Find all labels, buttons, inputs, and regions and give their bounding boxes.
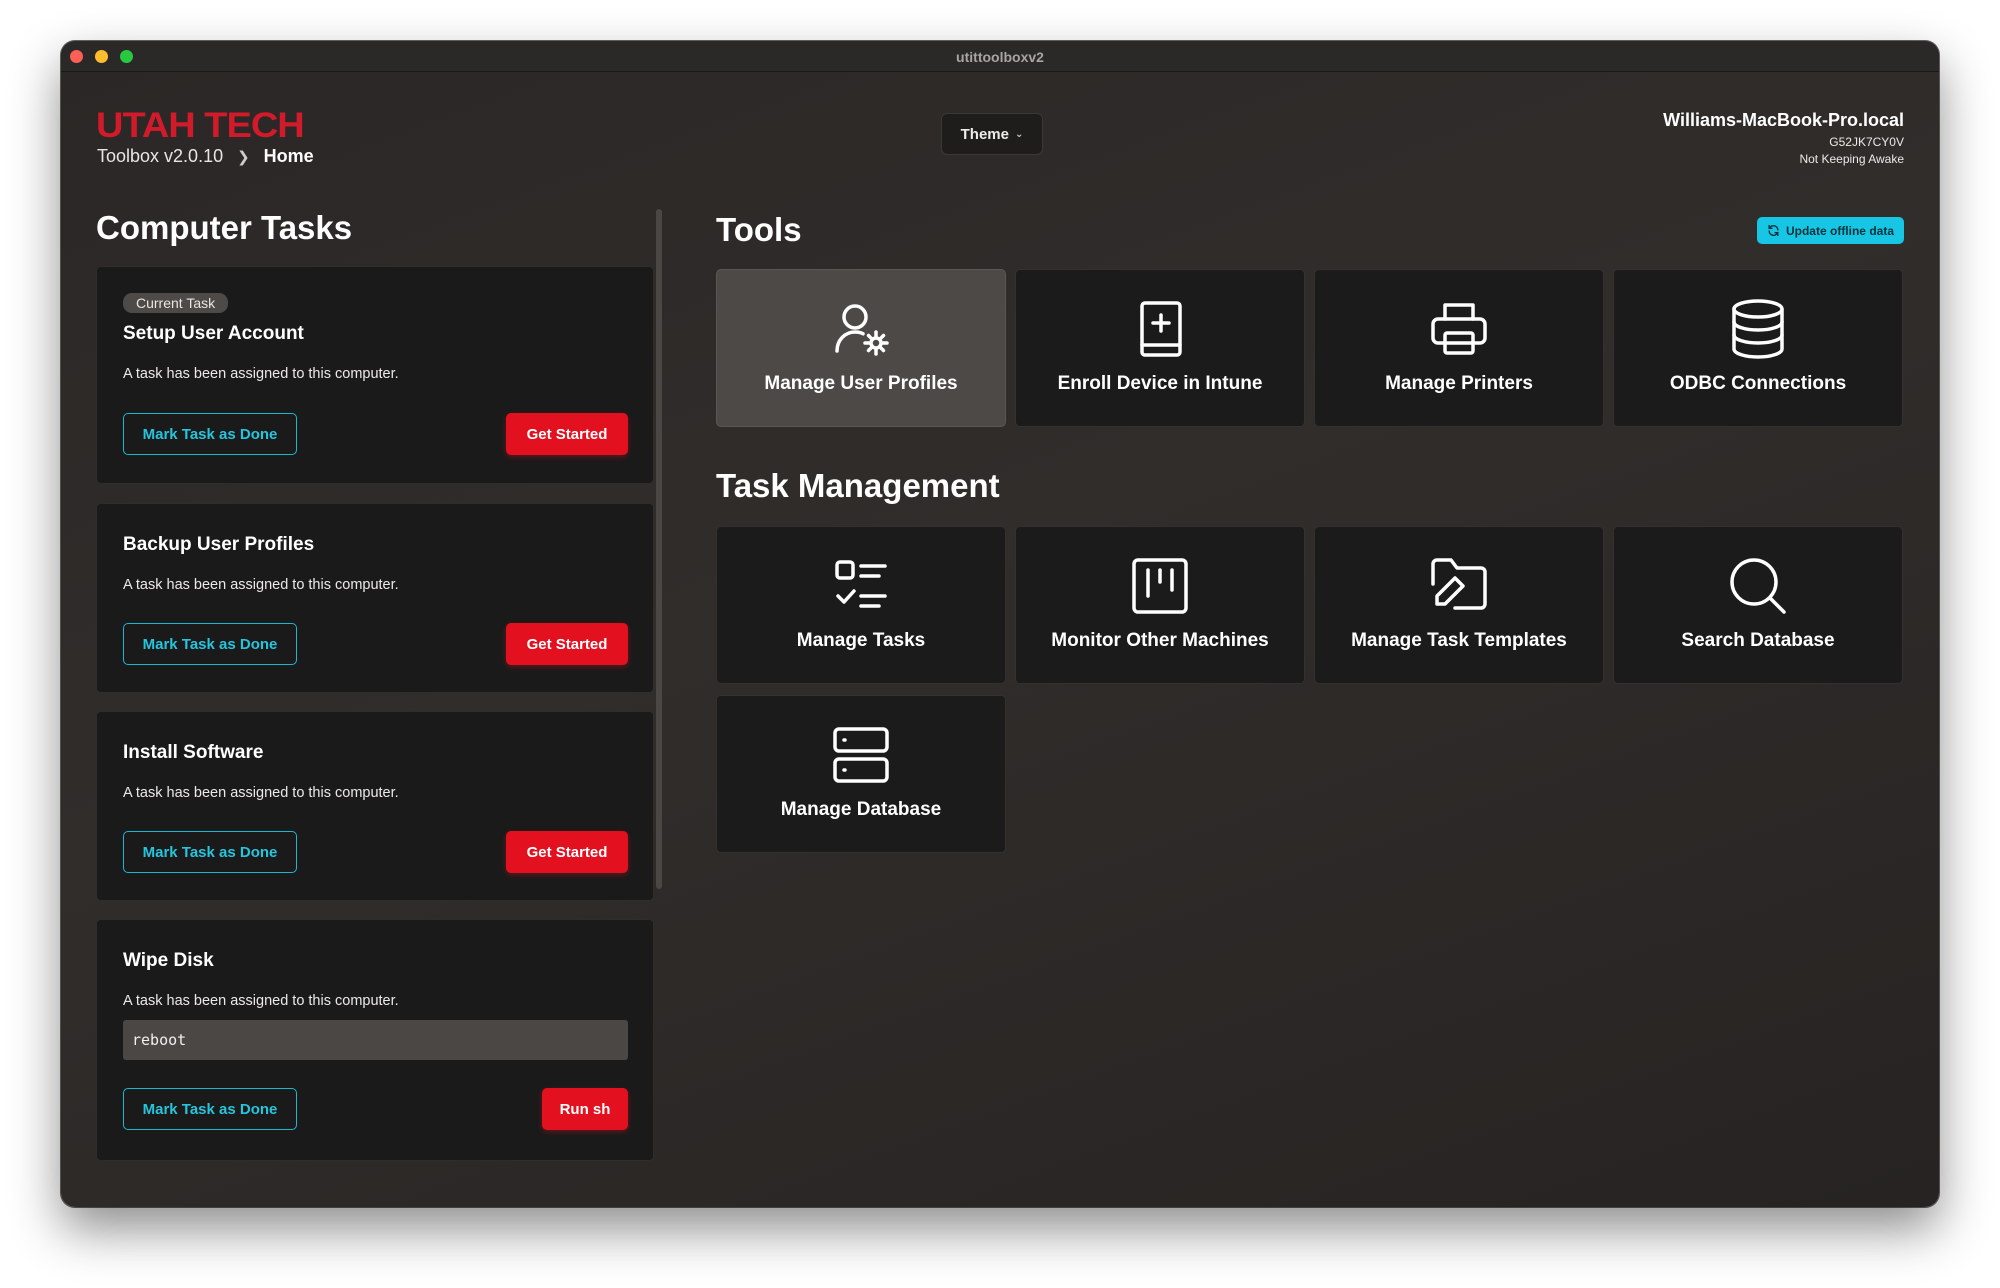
app-window: utittoolboxv2 UTAH TECH Toolbox v2.0.10 … [61,41,1939,1207]
host-name: Williams-MacBook-Pro.local [1663,110,1904,131]
tool-label: Manage Printers [1385,373,1533,395]
awake-status: Not Keeping Awake [1663,152,1904,166]
task-title: Install Software [123,742,263,764]
task-title: Setup User Account [123,323,304,345]
host-info: Williams-MacBook-Pro.local G52JK7CY0V No… [1663,110,1904,166]
tool-search-database[interactable]: Search Database [1613,526,1903,684]
task-title: Wipe Disk [123,950,214,972]
task-description: A task has been assigned to this compute… [123,577,399,593]
chevron-right-icon: ❯ [237,148,250,166]
window-title: utittoolboxv2 [61,49,1939,65]
host-serial: G52JK7CY0V [1663,135,1904,149]
tool-label: Manage Task Templates [1351,630,1567,652]
theme-button[interactable]: Theme ⌄ [941,113,1043,155]
search-icon [1726,554,1790,618]
title-bar: utittoolboxv2 [61,41,1939,72]
tool-manage-tasks[interactable]: Manage Tasks [716,526,1006,684]
get-started-button[interactable]: Get Started [506,831,628,873]
tool-label: Manage Database [781,799,942,821]
update-offline-data-button[interactable]: Update offline data [1757,217,1904,244]
printer-icon [1427,297,1491,361]
task-description: A task has been assigned to this compute… [123,785,399,801]
database-icon [1726,297,1790,361]
user-gear-icon [829,297,893,361]
checklist-icon [829,554,893,618]
tool-monitor-other-machines[interactable]: Monitor Other Machines [1015,526,1305,684]
get-started-button[interactable]: Get Started [506,413,628,455]
task-card: Install Software A task has been assigne… [96,711,654,901]
tool-label: Search Database [1681,630,1834,652]
kanban-icon [1128,554,1192,618]
tool-label: Manage Tasks [797,630,925,652]
task-description: A task has been assigned to this compute… [123,366,399,382]
task-card: Wipe Disk A task has been assigned to th… [96,919,654,1161]
theme-label: Theme [961,126,1009,143]
computer-tasks-title: Computer Tasks [96,209,352,247]
task-card: Current Task Setup User Account A task h… [96,266,654,484]
tools-title: Tools [716,211,802,249]
mark-task-done-button[interactable]: Mark Task as Done [123,623,297,665]
mark-task-done-button[interactable]: Mark Task as Done [123,413,297,455]
tool-enroll-device-intune[interactable]: Enroll Device in Intune [1015,269,1305,427]
tool-label: Monitor Other Machines [1051,630,1268,652]
utah-tech-logo: UTAH TECH [96,107,304,147]
task-description: A task has been assigned to this compute… [123,993,399,1009]
tool-label: Enroll Device in Intune [1058,373,1263,395]
tasks-scrollbar[interactable] [656,209,662,889]
chevron-down-icon: ⌄ [1015,129,1023,140]
task-management-title: Task Management [716,467,1000,505]
task-card: Backup User Profiles A task has been ass… [96,503,654,693]
current-task-badge: Current Task [123,293,228,313]
tool-odbc-connections[interactable]: ODBC Connections [1613,269,1903,427]
tool-manage-task-templates[interactable]: Manage Task Templates [1314,526,1604,684]
command-code-block: reboot [123,1020,628,1060]
refresh-icon [1767,224,1780,237]
tool-label: Manage User Profiles [764,373,957,395]
breadcrumb-root[interactable]: Toolbox v2.0.10 [97,146,223,167]
breadcrumb: Toolbox v2.0.10 ❯ Home [97,146,314,167]
get-started-button[interactable]: Get Started [506,623,628,665]
folder-pen-icon [1427,554,1491,618]
server-icon [829,723,893,787]
tool-label: ODBC Connections [1670,373,1846,395]
tool-manage-user-profiles[interactable]: Manage User Profiles [716,269,1006,427]
mark-task-done-button[interactable]: Mark Task as Done [123,1088,297,1130]
tool-manage-database[interactable]: Manage Database [716,695,1006,853]
run-script-button[interactable]: Run sh [542,1088,628,1130]
update-offline-data-label: Update offline data [1786,224,1894,238]
book-plus-icon [1128,297,1192,361]
task-title: Backup User Profiles [123,534,314,556]
breadcrumb-current: Home [264,146,314,167]
mark-task-done-button[interactable]: Mark Task as Done [123,831,297,873]
tool-manage-printers[interactable]: Manage Printers [1314,269,1604,427]
